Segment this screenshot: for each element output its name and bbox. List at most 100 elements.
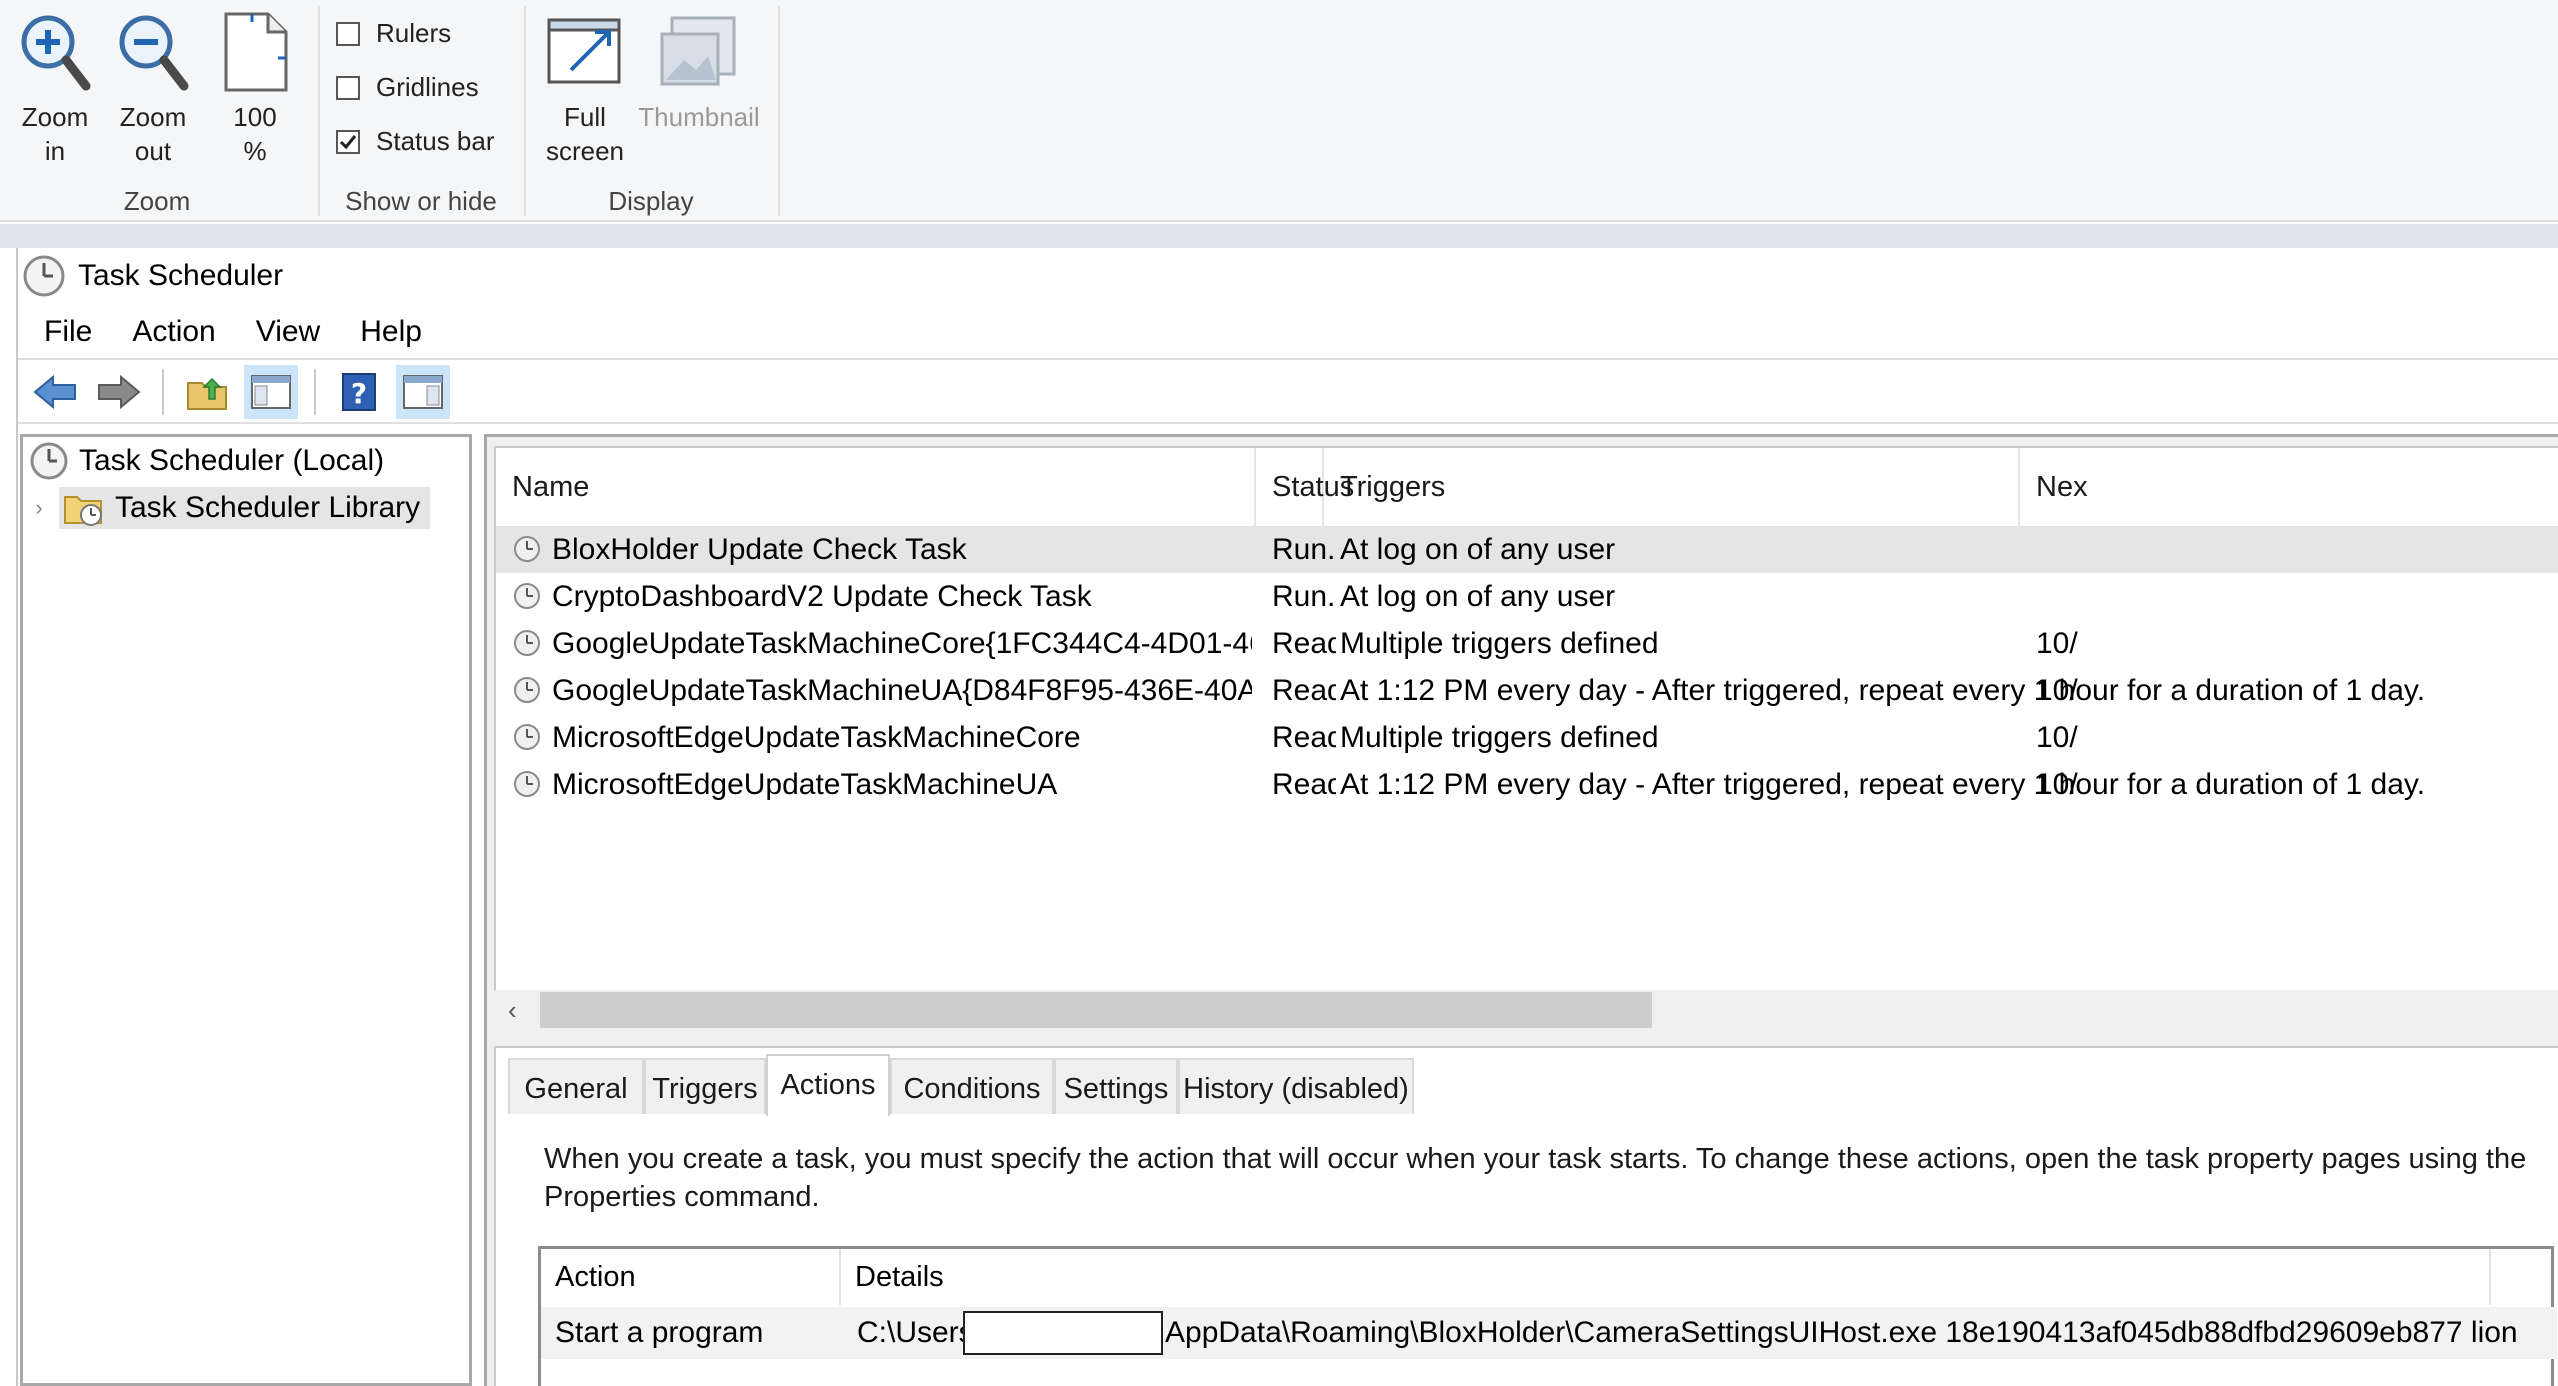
task-triggers: At log on of any user xyxy=(1340,533,1616,566)
zoom-out-label: Zoom out xyxy=(119,102,187,166)
page-icon xyxy=(224,12,288,92)
thumbnail-label: Thumbnail xyxy=(638,102,760,132)
ribbon: Zoom in Zoom out 100 % Zoom Rulers Gridl… xyxy=(0,0,2558,222)
canvas-left-edge xyxy=(0,248,18,1386)
help-icon: ? xyxy=(342,373,376,411)
full-screen-button[interactable]: Full screen xyxy=(540,10,630,168)
tab-triggers[interactable]: Triggers xyxy=(644,1058,766,1114)
back-button[interactable] xyxy=(28,365,82,419)
menu-help[interactable]: Help xyxy=(340,305,442,359)
menu-action[interactable]: Action xyxy=(112,305,235,359)
actions-header-action[interactable]: Action xyxy=(541,1249,841,1305)
zoom-in-button[interactable]: Zoom in xyxy=(14,10,96,168)
column-header-triggers[interactable]: Triggers xyxy=(1324,448,2020,526)
show-hide-action-pane-button[interactable] xyxy=(396,365,450,419)
actual-size-label: 100 % xyxy=(233,102,277,166)
thumbnail-button[interactable]: Thumbnail xyxy=(636,10,762,134)
tree-library-selection[interactable]: Task Scheduler Library xyxy=(59,487,431,529)
status-bar-checkbox[interactable]: Status bar xyxy=(336,126,495,157)
menu-bar: File Action View Help xyxy=(18,306,2558,360)
column-header-status[interactable]: Status xyxy=(1256,448,1354,526)
menu-file[interactable]: File xyxy=(18,305,112,359)
tree-library-label: Task Scheduler Library xyxy=(115,491,421,524)
redacted-username xyxy=(963,1311,1163,1355)
actions-header-details[interactable]: Details xyxy=(841,1249,2491,1305)
task-status: Ready xyxy=(1272,674,1336,707)
zoom-out-button[interactable]: Zoom out xyxy=(112,10,194,168)
task-row[interactable]: GoogleUpdateTaskMachineCore{1FC344C4-4D0… xyxy=(496,620,2558,667)
tab-history[interactable]: History (disabled) xyxy=(1178,1058,1414,1114)
task-next-run: 10/ xyxy=(2036,768,2078,801)
task-row[interactable]: MicrosoftEdgeUpdateTaskMachineUAReadyAt … xyxy=(496,761,2558,808)
tab-actions[interactable]: Actions xyxy=(766,1054,890,1116)
column-header-next-run[interactable]: Nex xyxy=(2020,448,2558,526)
tree-root-label: Task Scheduler (Local) xyxy=(79,444,385,477)
forward-arrow-icon xyxy=(98,375,141,409)
canvas-background xyxy=(0,224,2558,248)
zoom-in-icon xyxy=(21,15,91,91)
action-row[interactable]: Start a program C:\Users\ AppData\Roamin… xyxy=(541,1307,2557,1359)
group-label-show-hide: Show or hide xyxy=(345,186,497,216)
help-button[interactable]: ? xyxy=(332,365,386,419)
svg-text:?: ? xyxy=(351,377,367,410)
task-clock-icon xyxy=(514,677,540,703)
task-status: Run... xyxy=(1272,533,1336,566)
gridlines-checkbox-box[interactable] xyxy=(336,75,360,100)
actual-size-button[interactable]: 100 % xyxy=(214,10,296,168)
tree-node-root[interactable]: Task Scheduler (Local) xyxy=(29,441,384,481)
gridlines-label: Gridlines xyxy=(376,72,479,102)
task-triggers: At log on of any user xyxy=(1340,580,1616,613)
rulers-checkbox-box[interactable] xyxy=(336,21,360,46)
task-status: Ready xyxy=(1272,768,1336,801)
status-bar-label: Status bar xyxy=(376,126,495,156)
details-tabs: General Triggers Actions Conditions Sett… xyxy=(494,1054,2558,1116)
up-folder-button[interactable] xyxy=(180,365,234,419)
full-screen-label: Full screen xyxy=(545,102,625,166)
actions-table: Action Details Start a program C:\Users\… xyxy=(538,1246,2557,1386)
action-type: Start a program xyxy=(555,1316,764,1349)
action-pane-icon xyxy=(403,375,443,409)
console-tree: Task Scheduler (Local) › Task Scheduler … xyxy=(20,434,472,1386)
window-titlebar: Task Scheduler xyxy=(18,248,2558,304)
forward-button[interactable] xyxy=(92,365,146,419)
gridlines-checkbox[interactable]: Gridlines xyxy=(336,72,479,103)
column-header-name[interactable]: Name xyxy=(496,448,1256,526)
task-clock-icon xyxy=(514,771,540,797)
status-bar-checkbox-box[interactable] xyxy=(336,129,360,154)
show-hide-console-tree-button[interactable] xyxy=(244,365,298,419)
ribbon-separator xyxy=(318,6,320,216)
task-row[interactable]: MicrosoftEdgeUpdateTaskMachineCoreReadyM… xyxy=(496,714,2558,761)
toolbar-separator xyxy=(162,369,164,415)
task-status: Ready xyxy=(1272,627,1336,660)
actions-description: When you create a task, you must specify… xyxy=(544,1143,2527,1213)
task-row[interactable]: CryptoDashboardV2 Update Check Task Run..… xyxy=(496,573,2558,620)
menu-view[interactable]: View xyxy=(236,305,340,359)
tab-settings[interactable]: Settings xyxy=(1054,1058,1178,1114)
clock-icon xyxy=(23,255,65,297)
ribbon-separator xyxy=(778,6,780,216)
horizontal-scrollbar-thumb[interactable] xyxy=(540,992,1652,1028)
rulers-checkbox[interactable]: Rulers xyxy=(336,18,451,49)
task-name: BloxHolder Update Check Task xyxy=(552,533,967,566)
rulers-label: Rulers xyxy=(376,18,452,48)
task-row[interactable]: GoogleUpdateTaskMachineUA{D84F8F95-436E-… xyxy=(496,667,2558,714)
folder-clock-icon xyxy=(64,496,102,526)
task-next-run: 10/ xyxy=(2036,721,2078,754)
tab-general[interactable]: General xyxy=(508,1058,644,1114)
chevron-right-icon[interactable]: › xyxy=(29,495,49,521)
tab-conditions[interactable]: Conditions xyxy=(890,1058,1054,1114)
tree-node-library[interactable]: › Task Scheduler Library xyxy=(29,487,431,529)
zoom-in-label: Zoom in xyxy=(21,102,89,166)
checkmark-icon xyxy=(339,134,357,149)
task-name: MicrosoftEdgeUpdateTaskMachineCore xyxy=(552,721,1081,754)
task-status: Ready xyxy=(1272,721,1336,754)
task-clock-icon xyxy=(514,724,540,750)
scroll-left-icon[interactable]: ‹ xyxy=(508,990,517,1030)
group-label-zoom: Zoom xyxy=(123,186,191,216)
task-row[interactable]: BloxHolder Update Check Task Run...At log… xyxy=(496,526,2558,573)
window-title: Task Scheduler xyxy=(78,259,284,292)
thumbnail-icon xyxy=(660,16,736,86)
toolbar-separator xyxy=(314,369,316,415)
task-list: Name Status Triggers Nex BloxHolder Upda… xyxy=(494,446,2558,1030)
action-path-suffix: AppData\Roaming\BloxHolder\CameraSetting… xyxy=(1165,1316,2518,1349)
